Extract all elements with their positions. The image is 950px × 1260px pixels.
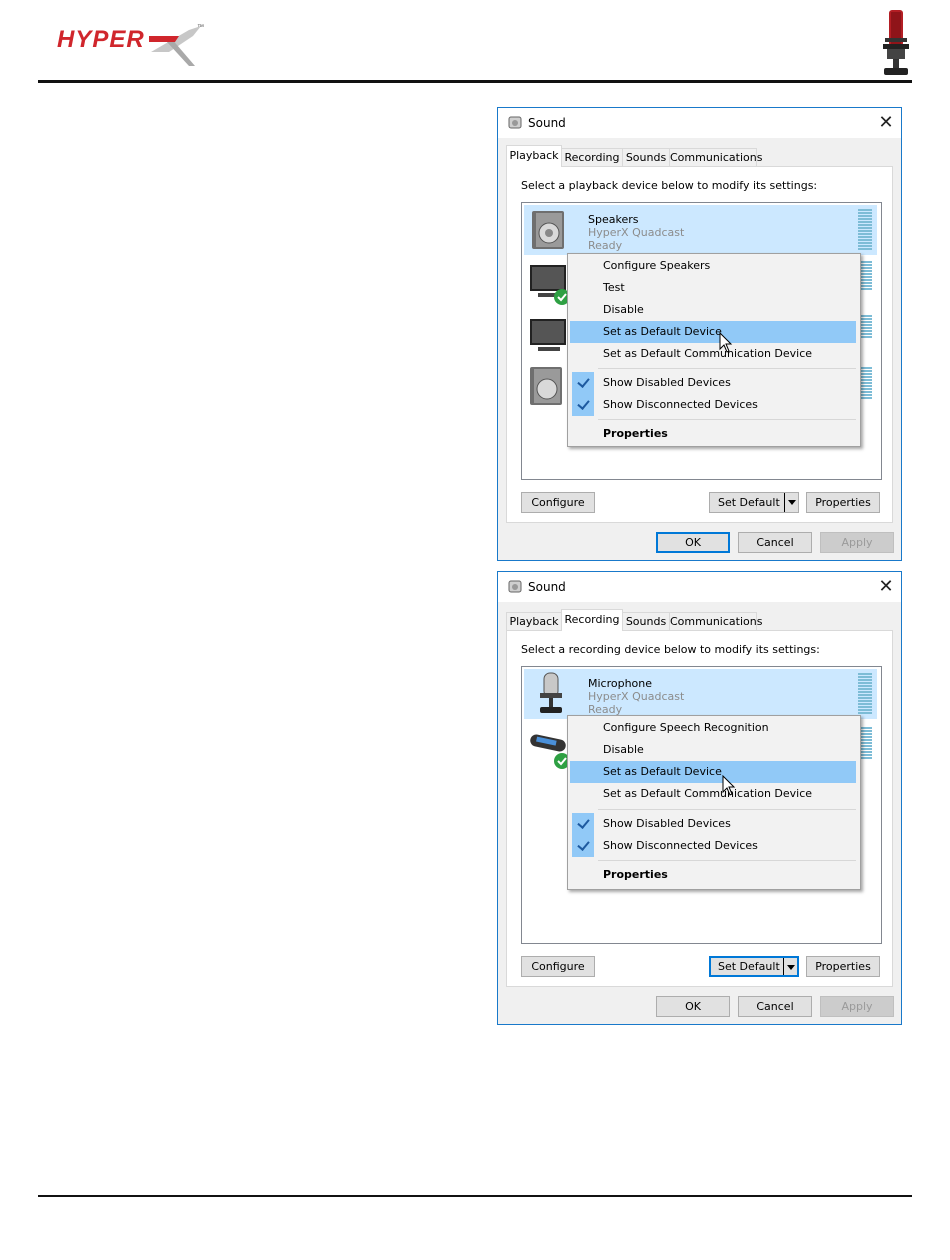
speaker-device-icon <box>532 211 564 249</box>
menu-item-configure-speech-recognition[interactable]: Configure Speech Recognition <box>570 717 856 739</box>
menu-item-label: Properties <box>603 427 668 440</box>
device-context-menu: Configure Speech Recognition Disable Set… <box>567 715 861 890</box>
tab-playback[interactable]: Playback <box>506 612 562 630</box>
mouse-cursor-icon <box>719 332 733 353</box>
set-default-button[interactable]: Set Default <box>709 492 799 513</box>
set-default-dropdown-arrow[interactable] <box>783 958 797 975</box>
menu-item-label: Show Disabled Devices <box>603 817 731 830</box>
title-bar: Sound ✕ <box>498 108 901 138</box>
menu-item-show-disconnected[interactable]: Show Disconnected Devices <box>570 394 856 416</box>
tab-recording[interactable]: Recording <box>561 609 623 631</box>
device-status: Ready <box>588 239 623 252</box>
speaker-device-icon <box>530 367 562 405</box>
set-default-button[interactable]: Set Default <box>709 956 799 977</box>
menu-item-label: Set as Default Communication Device <box>603 787 813 800</box>
tab-playback[interactable]: Playback <box>506 145 562 167</box>
device-context-menu: Configure Speakers Test Disable Set as D… <box>567 253 861 447</box>
tab-communications[interactable]: Communications <box>669 148 762 166</box>
menu-item-show-disconnected[interactable]: Show Disconnected Devices <box>570 835 856 857</box>
microphone-device-icon <box>540 672 562 713</box>
menu-item-configure-speakers[interactable]: Configure Speakers <box>570 255 856 277</box>
window-title: Sound <box>528 116 566 130</box>
menu-item-label: Set as Default Device <box>603 325 722 338</box>
trademark-mark: ™ <box>197 24 204 31</box>
close-button[interactable]: ✕ <box>874 111 898 135</box>
menu-item-label: Show Disconnected Devices <box>603 398 758 411</box>
tab-sounds[interactable]: Sounds <box>622 148 670 166</box>
menu-item-label: Disable <box>603 743 644 756</box>
apply-button[interactable]: Apply <box>820 532 894 553</box>
hyperx-logo: HYPER ™ <box>57 22 207 72</box>
window-title: Sound <box>528 580 566 594</box>
menu-separator <box>598 368 856 369</box>
apply-button[interactable]: Apply <box>820 996 894 1017</box>
cancel-button[interactable]: Cancel <box>738 532 812 553</box>
tab-communications[interactable]: Communications <box>669 612 762 630</box>
menu-item-set-default-communication[interactable]: Set as Default Communication Device <box>570 783 856 805</box>
configure-button[interactable]: Configure <box>521 956 595 977</box>
menu-item-set-default-communication[interactable]: Set as Default Communication Device <box>570 343 856 365</box>
ok-button[interactable]: OK <box>656 996 730 1017</box>
volume-meter <box>858 209 872 253</box>
logo-wordmark: HYPER <box>57 26 145 53</box>
configure-button[interactable]: Configure <box>521 492 595 513</box>
properties-button[interactable]: Properties <box>806 956 880 977</box>
menu-separator <box>598 419 856 420</box>
speaker-icon <box>508 580 522 593</box>
menu-item-label: Properties <box>603 868 668 881</box>
menu-item-label: Test <box>603 281 625 294</box>
menu-item-set-default-device[interactable]: Set as Default Device <box>570 761 856 783</box>
device-name: Speakers <box>588 213 639 226</box>
checkmark-icon <box>572 372 594 394</box>
menu-item-test[interactable]: Test <box>570 277 856 299</box>
menu-item-show-disabled[interactable]: Show Disabled Devices <box>570 813 856 835</box>
header-divider <box>38 80 912 83</box>
sound-dialog-playback: Sound ✕ Playback Recording Sounds Commun… <box>497 107 902 561</box>
menu-separator <box>598 809 856 810</box>
menu-item-label: Set as Default Communication Device <box>603 347 813 360</box>
menu-item-label: Disable <box>603 303 644 316</box>
close-button[interactable]: ✕ <box>874 575 898 599</box>
set-default-label: Set Default <box>718 496 780 509</box>
title-bar: Sound ✕ <box>498 572 901 602</box>
footer-divider <box>38 1195 912 1197</box>
ok-button[interactable]: OK <box>656 532 730 553</box>
checkmark-icon <box>572 394 594 416</box>
logo-x-mark <box>149 26 201 66</box>
checkmark-icon <box>572 813 594 835</box>
quadcast-microphone-image <box>883 10 909 75</box>
menu-item-label: Show Disabled Devices <box>603 376 731 389</box>
set-default-dropdown-arrow[interactable] <box>784 493 798 512</box>
device-row-speakers[interactable]: Speakers HyperX Quadcast Ready <box>524 205 877 255</box>
menu-item-properties[interactable]: Properties <box>570 864 856 886</box>
menu-item-label: Configure Speech Recognition <box>603 721 769 734</box>
menu-item-disable[interactable]: Disable <box>570 739 856 761</box>
monitor-device-icon <box>530 319 566 351</box>
speaker-icon <box>508 116 522 129</box>
checkmark-icon <box>572 835 594 857</box>
tab-recording[interactable]: Recording <box>561 148 623 166</box>
menu-separator <box>598 860 856 861</box>
device-model: HyperX Quadcast <box>588 226 685 239</box>
menu-item-show-disabled[interactable]: Show Disabled Devices <box>570 372 856 394</box>
instruction-text: Select a recording device below to modif… <box>521 643 820 656</box>
volume-meter <box>858 673 872 717</box>
instruction-text: Select a playback device below to modify… <box>521 179 818 192</box>
device-model: HyperX Quadcast <box>588 690 685 703</box>
menu-item-set-default-device[interactable]: Set as Default Device <box>570 321 856 343</box>
menu-item-disable[interactable]: Disable <box>570 299 856 321</box>
device-name: Microphone <box>588 677 653 690</box>
set-default-label: Set Default <box>718 960 780 973</box>
menu-item-label: Show Disconnected Devices <box>603 839 758 852</box>
monitor-device-icon <box>530 265 570 305</box>
tab-sounds[interactable]: Sounds <box>622 612 670 630</box>
device-row-microphone[interactable]: Microphone HyperX Quadcast Ready <box>524 669 877 719</box>
menu-item-label: Configure Speakers <box>603 259 711 272</box>
properties-button[interactable]: Properties <box>806 492 880 513</box>
mouse-cursor-icon <box>722 775 736 796</box>
sound-dialog-recording: Sound ✕ Playback Recording Sounds Commun… <box>497 571 902 1025</box>
cancel-button[interactable]: Cancel <box>738 996 812 1017</box>
menu-item-label: Set as Default Device <box>603 765 722 778</box>
menu-item-properties[interactable]: Properties <box>570 423 856 445</box>
